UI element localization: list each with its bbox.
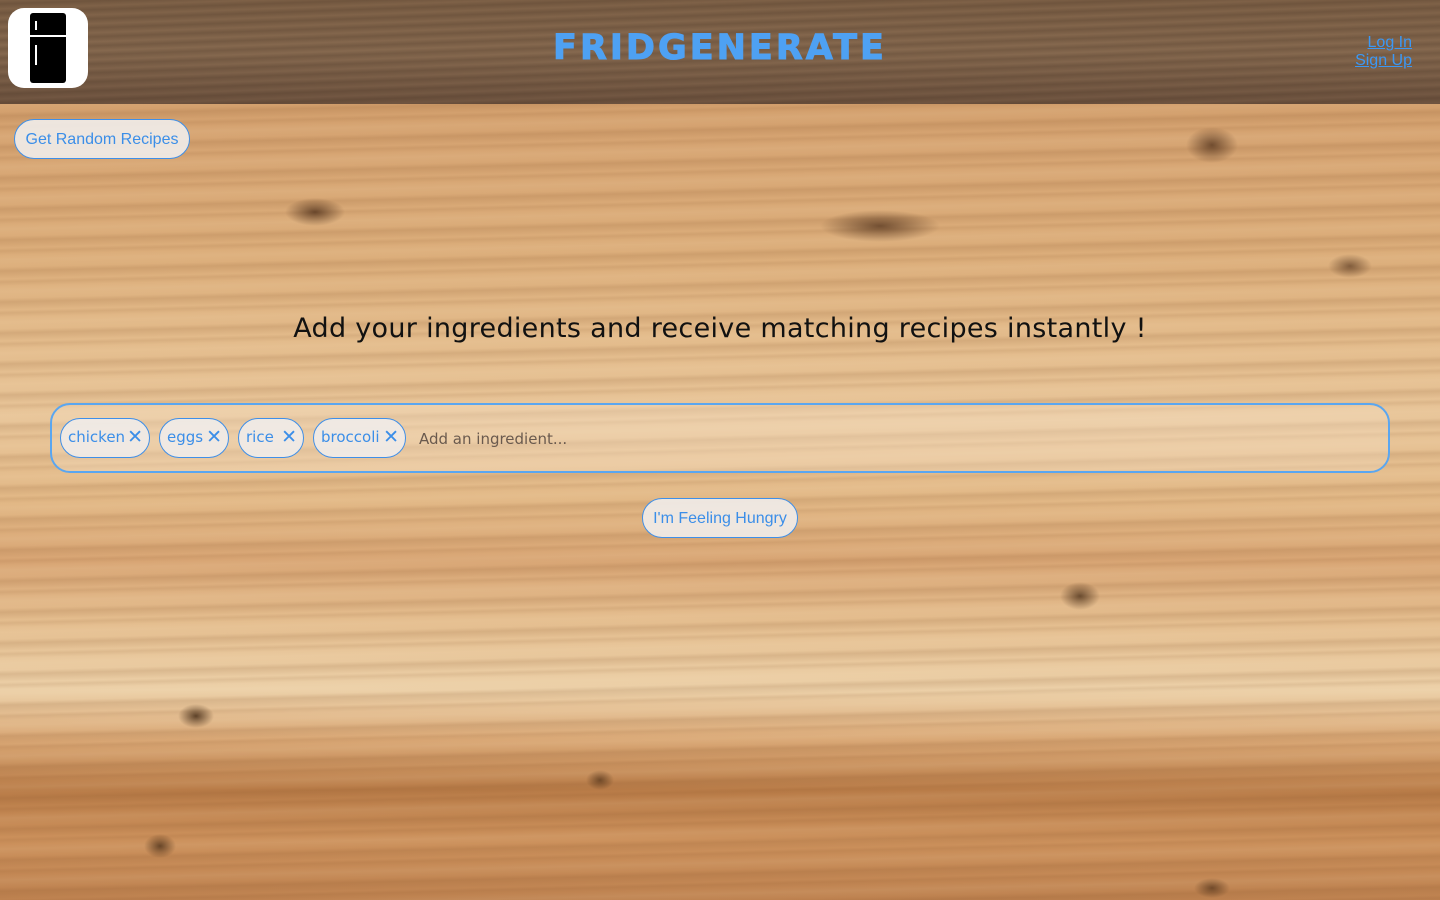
add-ingredient-input[interactable] (417, 423, 1321, 455)
ingredient-tag: broccoli ✕ (313, 418, 406, 458)
get-random-recipes-button[interactable]: Get Random Recipes (14, 119, 190, 159)
feeling-hungry-button[interactable]: I'm Feeling Hungry (642, 498, 798, 538)
ingredient-tag-label: broccoli (321, 428, 380, 446)
ingredient-tag: chicken ✕ (60, 418, 150, 458)
login-link[interactable]: Log In (1355, 34, 1412, 52)
auth-links: Log In Sign Up (1355, 34, 1412, 70)
close-icon[interactable]: ✕ (206, 419, 222, 456)
close-icon[interactable]: ✕ (281, 419, 297, 456)
ingredient-tag-label: eggs (167, 428, 204, 446)
brand-title[interactable]: FRIDGENERATE (0, 28, 1440, 69)
close-icon[interactable]: ✕ (127, 419, 143, 456)
ingredient-tag: rice ✕ (238, 418, 304, 458)
ingredient-tag-input[interactable]: chicken ✕ eggs ✕ rice ✕ broccoli ✕ (50, 403, 1390, 473)
ingredient-tag-label: rice (246, 428, 274, 446)
signup-link[interactable]: Sign Up (1355, 52, 1412, 70)
header-bar: FRIDGENERATE Log In Sign Up (0, 0, 1440, 104)
ingredient-tag-label: chicken (68, 428, 126, 446)
close-icon[interactable]: ✕ (383, 419, 399, 456)
ingredient-tag: eggs ✕ (159, 418, 229, 458)
page-tagline: Add your ingredients and receive matchin… (293, 313, 1147, 344)
